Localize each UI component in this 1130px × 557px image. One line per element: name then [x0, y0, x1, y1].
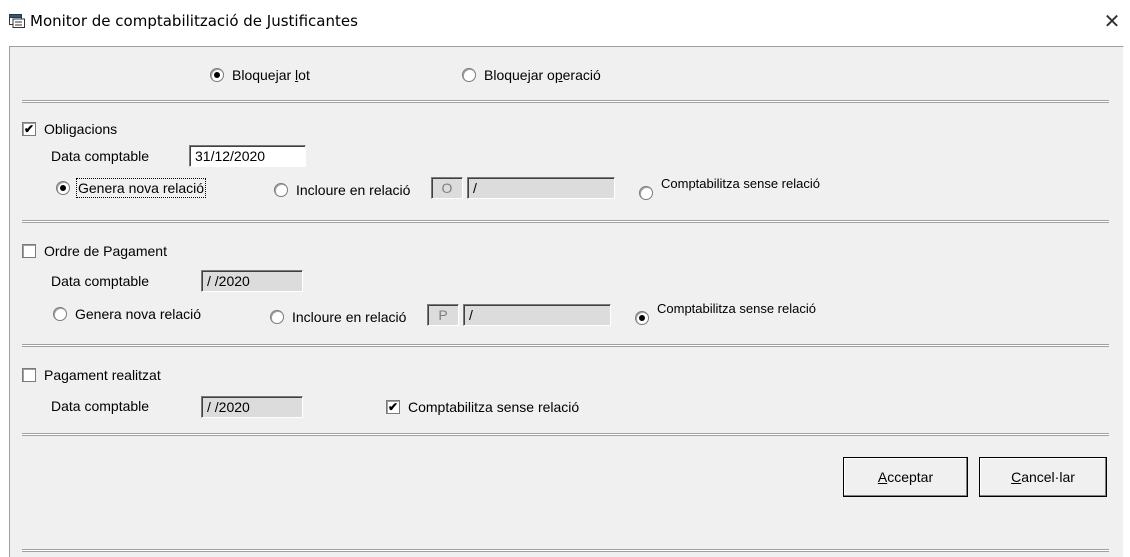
- pagament-realitzat-date-field: / /2020: [201, 396, 303, 418]
- ordre-pagament-radio-genera[interactable]: Genera nova relació: [53, 306, 201, 322]
- window-app-icon: [9, 14, 25, 28]
- obligacions-radio-genera[interactable]: Genera nova relació: [56, 178, 207, 198]
- accept-button[interactable]: Acceptar: [843, 457, 968, 497]
- ordre-pagament-radio-incloure[interactable]: Incloure en relació: [270, 309, 406, 325]
- obligacions-date-label: Data comptable: [51, 148, 150, 164]
- pagament-realitzat-date-label: Data comptable: [51, 398, 150, 414]
- separator: [22, 433, 1109, 436]
- ordre-pagament-checkbox[interactable]: Ordre de Pagament: [22, 243, 167, 259]
- radio-indicator: [56, 181, 70, 195]
- obligacions-checkbox[interactable]: ✔ Obligacions: [22, 121, 117, 137]
- separator: [22, 100, 1109, 103]
- obligacions-date-field[interactable]: 31/12/2020: [189, 145, 306, 167]
- radio-indicator: [635, 311, 649, 325]
- radio-indicator: [53, 307, 67, 321]
- obligacions-radio-incloure[interactable]: Incloure en relació: [274, 182, 410, 198]
- obligacions-label: Obligacions: [44, 121, 118, 137]
- ordre-pagament-include-code: P: [427, 304, 459, 326]
- window-title: Monitor de comptabilització de Justifica…: [30, 12, 358, 30]
- pagament-realitzat-checkbox[interactable]: Pagament realitzat: [22, 367, 161, 383]
- dialog-body: Bloquejar lot Bloquejar operació ✔ Oblig…: [9, 46, 1124, 557]
- radio-bloquejar-lot[interactable]: Bloquejar lot: [210, 67, 310, 83]
- obligacions-include-value: /: [467, 177, 615, 199]
- pagament-realitzat-label: Pagament realitzat: [44, 367, 161, 383]
- separator: [22, 549, 1109, 552]
- title-bar: Monitor de comptabilització de Justifica…: [0, 0, 1130, 46]
- ordre-pagament-include-value: /: [463, 304, 611, 326]
- ordre-pagament-radio-sense-relacio[interactable]: Comptabilitza sense relació: [635, 303, 817, 325]
- close-icon[interactable]: ✕: [1100, 10, 1124, 34]
- radio-indicator: [274, 183, 288, 197]
- radio-indicator: [210, 68, 224, 82]
- ordre-pagament-date-label: Data comptable: [51, 273, 150, 289]
- checkbox-box: [22, 368, 36, 382]
- radio-indicator: [639, 186, 653, 200]
- checkbox-box: ✔: [22, 122, 36, 136]
- pagament-realitzat-sense-relacio-checkbox[interactable]: ✔ Comptabilitza sense relació: [386, 399, 579, 415]
- obligacions-include-code: O: [431, 177, 463, 199]
- cancel-button[interactable]: Cancel·lar: [979, 457, 1107, 497]
- separator: [22, 220, 1109, 223]
- checkbox-box: ✔: [386, 400, 400, 414]
- radio-indicator: [462, 68, 476, 82]
- obligacions-radio-sense-relacio[interactable]: Comptabilitza sense relació: [639, 178, 821, 200]
- radio-bloquejar-operacio[interactable]: Bloquejar operació: [462, 67, 601, 83]
- ordre-pagament-date-field: / /2020: [201, 270, 303, 292]
- ordre-pagament-label: Ordre de Pagament: [44, 243, 167, 259]
- separator: [22, 344, 1109, 347]
- checkbox-box: [22, 244, 36, 258]
- radio-indicator: [270, 310, 284, 324]
